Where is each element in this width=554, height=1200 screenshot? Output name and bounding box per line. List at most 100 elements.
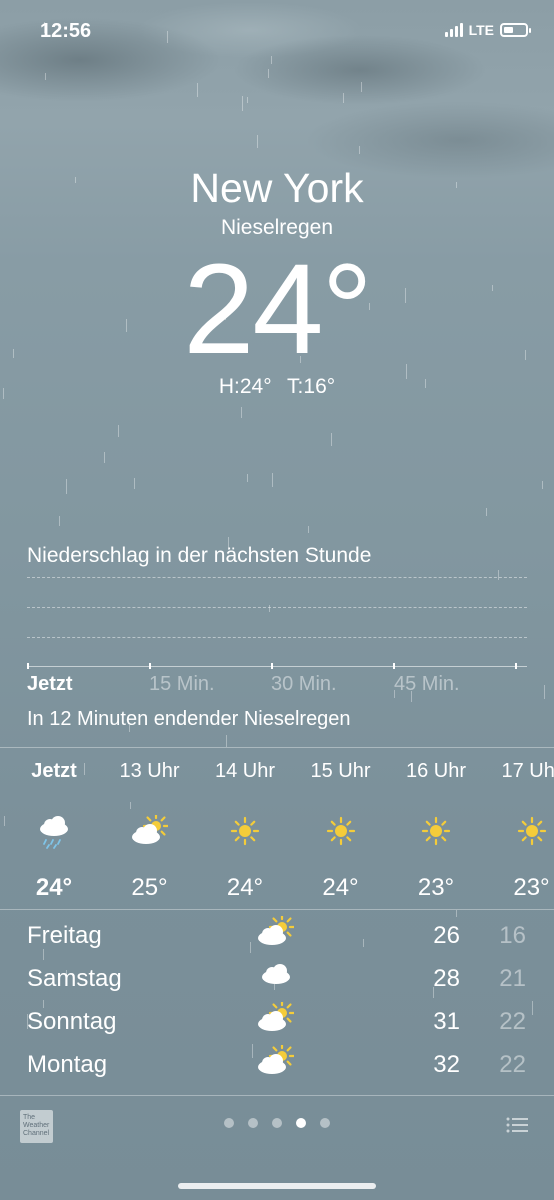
day-name: Freitag <box>27 922 102 949</box>
axis-tick <box>271 663 273 669</box>
home-indicator[interactable] <box>178 1183 376 1189</box>
partly-cloudy-icon <box>131 815 168 844</box>
daily-row: Samstag 28 21 <box>0 964 554 1005</box>
sun-icon <box>517 816 546 846</box>
rain-streak <box>197 83 198 97</box>
hourly-item: 15 Uhr 24° <box>293 760 389 902</box>
rain-streak <box>167 31 168 43</box>
page-indicator[interactable] <box>0 1118 554 1128</box>
rain-streak <box>361 82 362 92</box>
hour-label: 16 Uhr <box>405 760 467 782</box>
day-icon-wrap <box>258 999 296 1041</box>
page-dot[interactable] <box>248 1118 258 1128</box>
hour-temp: 24° <box>35 874 73 901</box>
partly-cloudy-icon <box>258 913 296 945</box>
day-low: 16 <box>499 922 526 949</box>
day-icon-wrap <box>258 1042 296 1084</box>
day-name: Montag <box>27 1051 108 1078</box>
rain-streak <box>542 481 543 489</box>
rain-streak <box>486 508 487 516</box>
rain-streak <box>359 146 360 154</box>
page-dot[interactable] <box>320 1118 330 1128</box>
precipitation-axis <box>27 666 527 667</box>
rain-streak <box>45 73 46 80</box>
hour-label: 13 Uhr <box>119 760 180 782</box>
hour-icon-wrap <box>388 810 484 854</box>
hour-temp: 23° <box>513 874 550 901</box>
hour-label: 14 Uhr <box>214 760 276 782</box>
hourly-item: 13 Uhr 25° <box>102 760 198 902</box>
rain-streak <box>247 97 248 103</box>
day-high: 28 <box>433 965 460 992</box>
daily-row: Montag 32 22 <box>0 1042 554 1091</box>
rain-streak <box>271 56 272 64</box>
hour-icon-wrap <box>197 810 293 854</box>
hour-icon-wrap <box>102 810 198 854</box>
hour-temp: 24° <box>226 874 264 901</box>
day-icon-wrap <box>258 913 296 955</box>
hourly-item: Jetzt 24° <box>6 760 102 902</box>
battery-icon <box>500 23 531 37</box>
rain-streak <box>118 425 119 437</box>
partly-cloudy-icon <box>258 1042 296 1074</box>
rain-streak <box>242 96 243 111</box>
drizzle-icon <box>40 816 68 849</box>
status-time: 12:56 <box>40 20 92 42</box>
axis-label-30: 30 Min. <box>271 673 337 695</box>
hourly-item: 17 Uhr 23° <box>484 760 554 902</box>
hourly-item: 16 Uhr 23° <box>388 760 484 902</box>
day-high: 32 <box>433 1051 460 1078</box>
cloud-icon <box>262 964 290 984</box>
precipitation-gridline <box>27 577 527 578</box>
daily-row: Freitag 26 16 <box>0 913 554 962</box>
day-name: Sonntag <box>27 1008 117 1035</box>
rain-streak <box>268 69 269 78</box>
hourly-item: 14 Uhr 24° <box>197 760 293 902</box>
rain-streak <box>498 570 499 580</box>
axis-label-now: Jetzt <box>27 673 73 695</box>
sun-icon <box>230 816 260 846</box>
list-icon[interactable] <box>506 1116 528 1134</box>
precipitation-gridline <box>27 607 527 608</box>
current-condition: Nieselregen <box>220 216 334 239</box>
hour-icon-wrap <box>484 810 554 854</box>
rain-streak <box>257 135 258 148</box>
rain-streak <box>247 474 248 482</box>
sun-icon <box>421 816 451 846</box>
axis-tick <box>393 663 395 669</box>
page-dot[interactable] <box>296 1118 306 1128</box>
day-low: 22 <box>499 1008 526 1035</box>
page-dot[interactable] <box>272 1118 282 1128</box>
partly-cloudy-icon <box>258 999 296 1031</box>
divider <box>0 909 554 910</box>
day-low: 21 <box>499 965 526 992</box>
rain-streak <box>226 735 227 747</box>
axis-tick <box>149 663 151 669</box>
rain-streak <box>456 910 457 917</box>
rain-streak <box>104 452 105 463</box>
rain-streak <box>4 816 5 826</box>
hour-temp: 23° <box>417 874 455 901</box>
rain-streak <box>241 407 242 418</box>
hour-label: 17 Uhr <box>501 760 554 782</box>
hour-temp: 25° <box>131 874 168 901</box>
page-dot[interactable] <box>224 1118 234 1128</box>
high-low-temperature: H:24° T:16° <box>218 375 336 398</box>
rain-streak <box>308 526 309 533</box>
axis-label-45: 45 Min. <box>394 673 460 695</box>
rain-streak <box>66 479 67 494</box>
precipitation-gridline <box>27 637 527 638</box>
current-temperature: 24° <box>183 238 373 381</box>
signal-icon <box>444 23 463 37</box>
status-indicators: LTE <box>444 22 531 38</box>
hour-label: Jetzt <box>31 760 77 782</box>
day-high: 31 <box>433 1008 460 1035</box>
rain-streak <box>331 433 332 446</box>
divider <box>0 747 554 748</box>
day-low: 22 <box>499 1051 526 1078</box>
day-name: Samstag <box>27 965 122 992</box>
rain-streak <box>544 685 545 699</box>
hour-icon-wrap <box>293 810 389 854</box>
city-name: New York <box>190 165 364 211</box>
divider <box>0 1095 554 1096</box>
